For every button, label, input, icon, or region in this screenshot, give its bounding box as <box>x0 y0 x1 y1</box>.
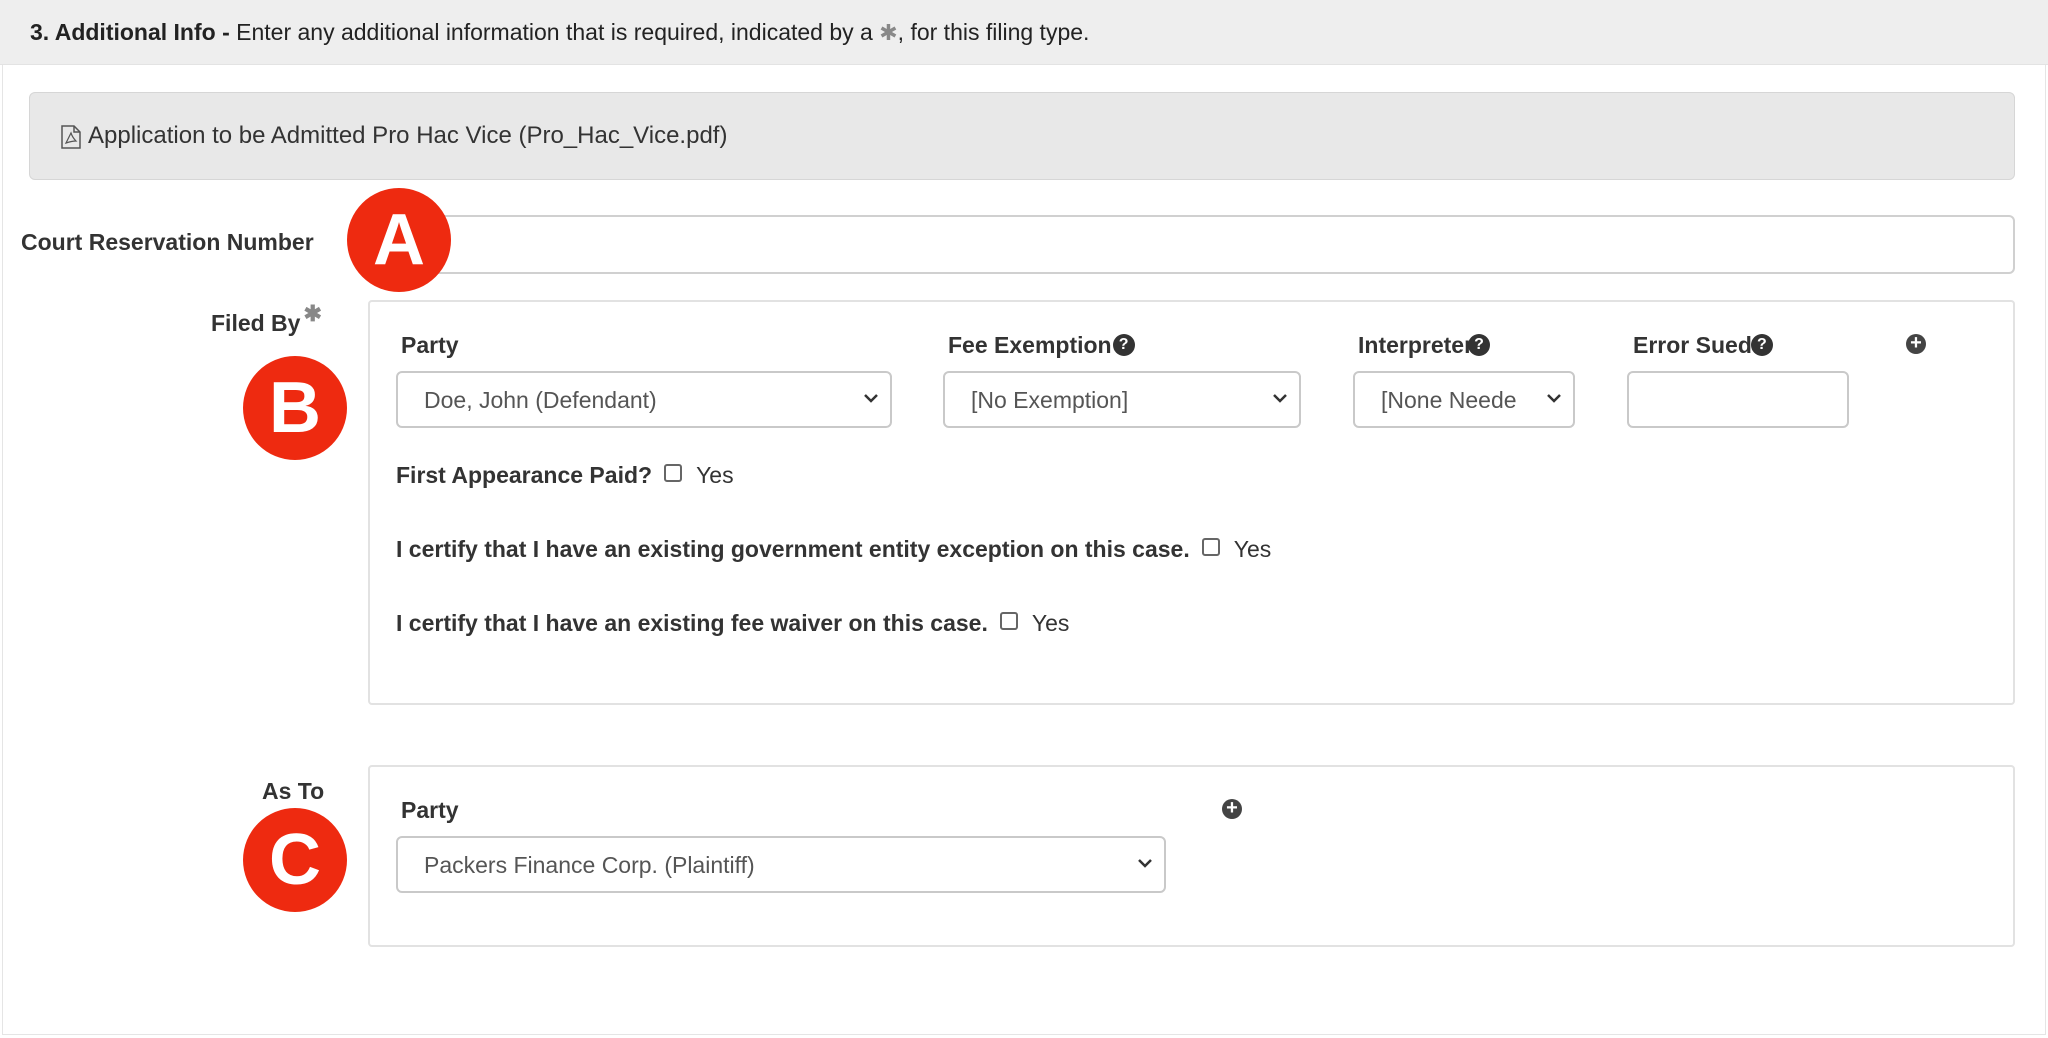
court-reservation-input[interactable] <box>434 215 2015 274</box>
error-sued-label-text: Error Sued <box>1633 332 1752 358</box>
as-to-party-select[interactable]: Packers Finance Corp. (Plaintiff) <box>396 836 1166 893</box>
government-exception-question: I certify that I have an existing govern… <box>396 536 1190 562</box>
as-to-label: As To <box>262 778 325 804</box>
first-appearance-yes-label[interactable]: Yes <box>696 462 734 488</box>
first-appearance-checkbox[interactable] <box>664 463 683 482</box>
section-instruction: 3. Additional Info - Enter any additiona… <box>30 19 1089 46</box>
chevron-down-icon <box>1273 394 1287 403</box>
chevron-down-icon <box>1138 859 1152 868</box>
as-to-party-value: Packers Finance Corp. (Plaintiff) <box>424 852 755 878</box>
instruction-text-after: , for this filing type. <box>897 19 1090 45</box>
annotation-badge-c: C <box>243 808 347 912</box>
chevron-down-icon <box>864 394 878 403</box>
error-sued-column-label: Error Sued? <box>1633 332 1773 359</box>
first-appearance-question: First Appearance Paid? <box>396 462 653 488</box>
government-exception-checkbox[interactable] <box>1201 537 1220 556</box>
filed-by-label: Filed By ✱ <box>211 301 322 337</box>
step-title: 3. Additional Info - <box>30 19 230 45</box>
annotation-badge-b: B <box>243 356 347 460</box>
fee-exemption-column-label: Fee Exemption? <box>948 332 1135 359</box>
court-reservation-label: Court Reservation Number <box>21 229 314 255</box>
error-sued-input[interactable] <box>1627 371 1849 428</box>
required-star-icon: ✱ <box>303 301 322 326</box>
filed-by-party-value: Doe, John (Defendant) <box>424 387 657 413</box>
help-icon[interactable]: ? <box>1112 333 1135 356</box>
document-link[interactable]: Application to be Admitted Pro Hac Vice … <box>88 122 727 150</box>
fee-waiver-row: I certify that I have an existing fee wa… <box>396 610 1069 637</box>
fee-exemption-label-text: Fee Exemption <box>948 332 1112 358</box>
required-star-icon: ✱ <box>879 20 898 45</box>
government-exception-row: I certify that I have an existing govern… <box>396 536 1271 563</box>
interpreter-select[interactable]: [None Neede <box>1353 371 1575 428</box>
pdf-file-icon <box>61 125 81 149</box>
filed-by-group <box>368 300 2015 705</box>
fee-exemption-value: [No Exemption] <box>971 387 1129 413</box>
government-exception-yes-label[interactable]: Yes <box>1234 536 1272 562</box>
chevron-down-icon <box>1547 394 1561 403</box>
document-bar: Application to be Admitted Pro Hac Vice … <box>29 92 2015 180</box>
interpreter-value: [None Neede <box>1381 387 1517 413</box>
annotation-badge-a: A <box>347 188 451 292</box>
filed-by-party-select[interactable]: Doe, John (Defendant) <box>396 371 892 428</box>
fee-waiver-yes-label[interactable]: Yes <box>1032 610 1070 636</box>
instruction-text-before: Enter any additional information that is… <box>229 19 880 45</box>
first-appearance-row: First Appearance Paid? Yes <box>396 462 734 489</box>
help-icon[interactable]: ? <box>1750 333 1773 356</box>
interpreter-column-label: Interpreter? <box>1358 332 1491 359</box>
fee-exemption-select[interactable]: [No Exemption] <box>943 371 1301 428</box>
add-as-to-party-icon[interactable]: + <box>1222 798 1242 819</box>
party-column-label: Party <box>401 332 459 358</box>
filed-by-label-text: Filed By <box>211 310 301 336</box>
section-header: 3. Additional Info - Enter any additiona… <box>0 0 2048 65</box>
interpreter-label-text: Interpreter <box>1358 332 1474 358</box>
help-icon[interactable]: ? <box>1468 333 1491 356</box>
add-filed-by-party-icon[interactable]: + <box>1906 333 1926 354</box>
fee-waiver-checkbox[interactable] <box>999 611 1018 630</box>
fee-waiver-question: I certify that I have an existing fee wa… <box>396 610 988 636</box>
as-to-party-label: Party <box>401 797 459 823</box>
